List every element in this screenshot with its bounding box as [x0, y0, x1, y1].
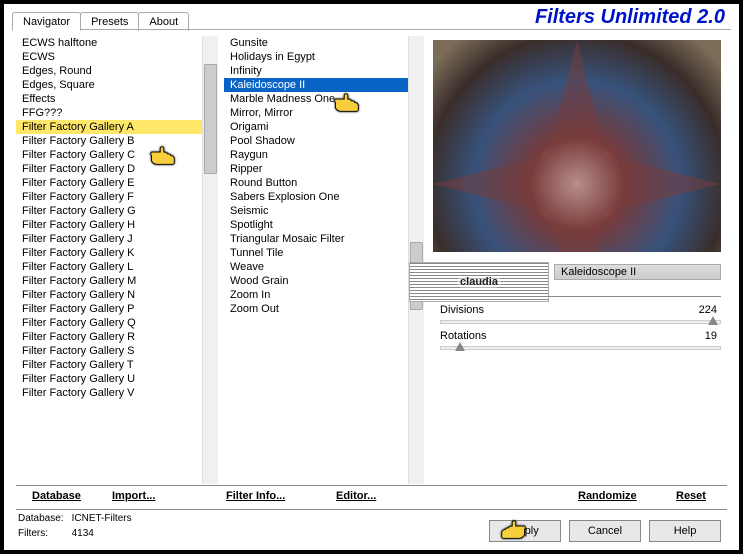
filter-info-button[interactable]: Filter Info... [226, 490, 285, 502]
filter-item[interactable]: Infinity [224, 64, 424, 78]
category-item[interactable]: Edges, Square [16, 78, 218, 92]
status-db-value: ICNET-Filters [72, 512, 132, 525]
category-item[interactable]: Filter Factory Gallery J [16, 232, 218, 246]
filter-item[interactable]: Sabers Explosion One [224, 190, 424, 204]
status-filters-value: 4134 [72, 527, 132, 540]
watermark-text: claudia [457, 276, 501, 288]
rotations-label: Rotations [440, 330, 486, 342]
category-item[interactable]: Filter Factory Gallery K [16, 246, 218, 260]
category-item[interactable]: Filter Factory Gallery R [16, 330, 218, 344]
filter-list-wrap: GunsiteHolidays in EgyptInfinityKaleidos… [224, 36, 424, 484]
category-item[interactable]: Filter Factory Gallery M [16, 274, 218, 288]
current-filter-name: Kaleidoscope II [561, 266, 636, 278]
category-item[interactable]: Filter Factory Gallery B [16, 134, 218, 148]
category-list-wrap: ECWS halftoneECWSEdges, RoundEdges, Squa… [16, 36, 218, 484]
filter-item[interactable]: Triangular Mosaic Filter [224, 232, 424, 246]
category-scrollbar[interactable] [202, 36, 218, 484]
filter-item[interactable]: Origami [224, 120, 424, 134]
filter-item[interactable]: Zoom In [224, 288, 424, 302]
filter-item[interactable]: Spotlight [224, 218, 424, 232]
category-item[interactable]: Filter Factory Gallery N [16, 288, 218, 302]
category-item[interactable]: Effects [16, 92, 218, 106]
divisions-value: 224 [699, 304, 717, 316]
app-title: Filters Unlimited 2.0 [535, 6, 725, 29]
filter-item[interactable]: Wood Grain [224, 274, 424, 288]
toolbar-divider-top [16, 485, 727, 486]
filter-item[interactable]: Seismic [224, 204, 424, 218]
cancel-button[interactable]: Cancel [569, 520, 641, 542]
rotations-slider[interactable] [440, 346, 721, 350]
category-item[interactable]: Filter Factory Gallery T [16, 358, 218, 372]
filter-item[interactable]: Gunsite [224, 36, 424, 50]
category-item[interactable]: ECWS [16, 50, 218, 64]
reset-button[interactable]: Reset [676, 490, 706, 502]
database-button[interactable]: Database [32, 490, 81, 502]
divisions-label: Divisions [440, 304, 484, 316]
filter-item[interactable]: Mirror, Mirror [224, 106, 424, 120]
category-item[interactable]: Filter Factory Gallery A [16, 120, 218, 134]
category-item[interactable]: FFG??? [16, 106, 218, 120]
randomize-button[interactable]: Randomize [578, 490, 637, 502]
filter-item[interactable]: Zoom Out [224, 302, 424, 316]
filter-item[interactable]: Ripper [224, 162, 424, 176]
category-item[interactable]: Filter Factory Gallery Q [16, 316, 218, 330]
category-item[interactable]: Filter Factory Gallery H [16, 218, 218, 232]
tab-underline [12, 29, 731, 30]
category-item[interactable]: Edges, Round [16, 64, 218, 78]
filter-item[interactable]: Tunnel Tile [224, 246, 424, 260]
category-item[interactable]: Filter Factory Gallery P [16, 302, 218, 316]
status-db-label: Database: [18, 512, 70, 525]
window-frame: Filters Unlimited 2.0 Navigator Presets … [2, 2, 741, 552]
category-item[interactable]: Filter Factory Gallery S [16, 344, 218, 358]
filter-item[interactable]: Marble Madness One [224, 92, 424, 106]
filter-scrollbar[interactable] [408, 36, 424, 484]
category-item[interactable]: Filter Factory Gallery V [16, 386, 218, 400]
status-area: Database:ICNET-Filters Filters:4134 [16, 510, 134, 542]
category-item[interactable]: Filter Factory Gallery E [16, 176, 218, 190]
category-item[interactable]: Filter Factory Gallery L [16, 260, 218, 274]
category-item[interactable]: ECWS halftone [16, 36, 218, 50]
filter-item[interactable]: Holidays in Egypt [224, 50, 424, 64]
divisions-handle[interactable] [708, 316, 718, 325]
divider [440, 296, 721, 297]
editor-button[interactable]: Editor... [336, 490, 376, 502]
scrollbar-thumb[interactable] [204, 64, 217, 174]
category-item[interactable]: Filter Factory Gallery F [16, 190, 218, 204]
filter-item[interactable]: Weave [224, 260, 424, 274]
filter-item[interactable]: Round Button [224, 176, 424, 190]
divisions-slider[interactable] [440, 320, 721, 324]
filter-list[interactable]: GunsiteHolidays in EgyptInfinityKaleidos… [224, 36, 424, 484]
filter-item[interactable]: Raygun [224, 148, 424, 162]
filter-item[interactable]: Kaleidoscope II [224, 78, 424, 92]
tab-navigator[interactable]: Navigator [12, 12, 81, 31]
help-button[interactable]: Help [649, 520, 721, 542]
category-list[interactable]: ECWS halftoneECWSEdges, RoundEdges, Squa… [16, 36, 218, 484]
category-item[interactable]: Filter Factory Gallery D [16, 162, 218, 176]
category-item[interactable]: Filter Factory Gallery U [16, 372, 218, 386]
import-button[interactable]: Import... [112, 490, 155, 502]
rotations-value: 19 [705, 330, 717, 342]
filter-preview [433, 40, 721, 252]
filter-item[interactable]: Pool Shadow [224, 134, 424, 148]
rotations-handle[interactable] [455, 342, 465, 351]
apply-button[interactable]: Apply [489, 520, 561, 542]
category-item[interactable]: Filter Factory Gallery C [16, 148, 218, 162]
status-filters-label: Filters: [18, 527, 70, 540]
category-item[interactable]: Filter Factory Gallery G [16, 204, 218, 218]
